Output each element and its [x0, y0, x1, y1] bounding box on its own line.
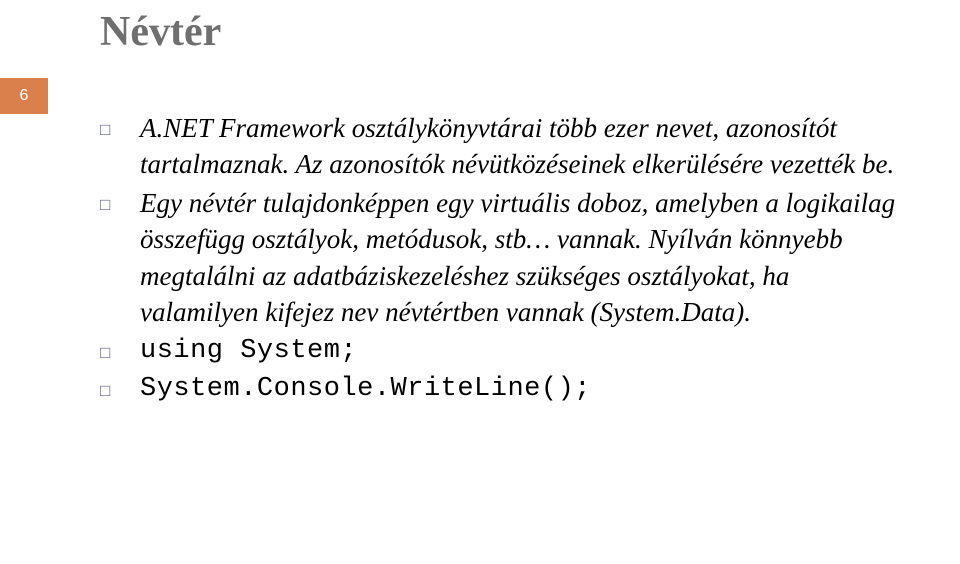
- bullet-marker-icon: □: [100, 185, 140, 215]
- page-number-badge: 6: [0, 78, 48, 114]
- bullet-marker-icon: □: [100, 371, 140, 401]
- list-item: □ System.Console.WriteLine();: [100, 371, 900, 407]
- bullet-text: using System;: [140, 333, 357, 369]
- list-item: □ A.NET Framework osztálykönyvtárai több…: [100, 110, 900, 183]
- list-item: □ Egy névtér tulajdonképpen egy virtuáli…: [100, 185, 900, 331]
- bullet-text: Egy névtér tulajdonképpen egy virtuális …: [140, 185, 900, 331]
- page-title: Névtér: [100, 8, 221, 56]
- bullet-text: System.Console.WriteLine();: [140, 371, 591, 407]
- content-area: □ A.NET Framework osztálykönyvtárai több…: [100, 110, 900, 410]
- bullet-marker-icon: □: [100, 333, 140, 363]
- list-item: □ using System;: [100, 333, 900, 369]
- bullet-text: A.NET Framework osztálykönyvtárai több e…: [140, 110, 900, 183]
- bullet-marker-icon: □: [100, 110, 140, 140]
